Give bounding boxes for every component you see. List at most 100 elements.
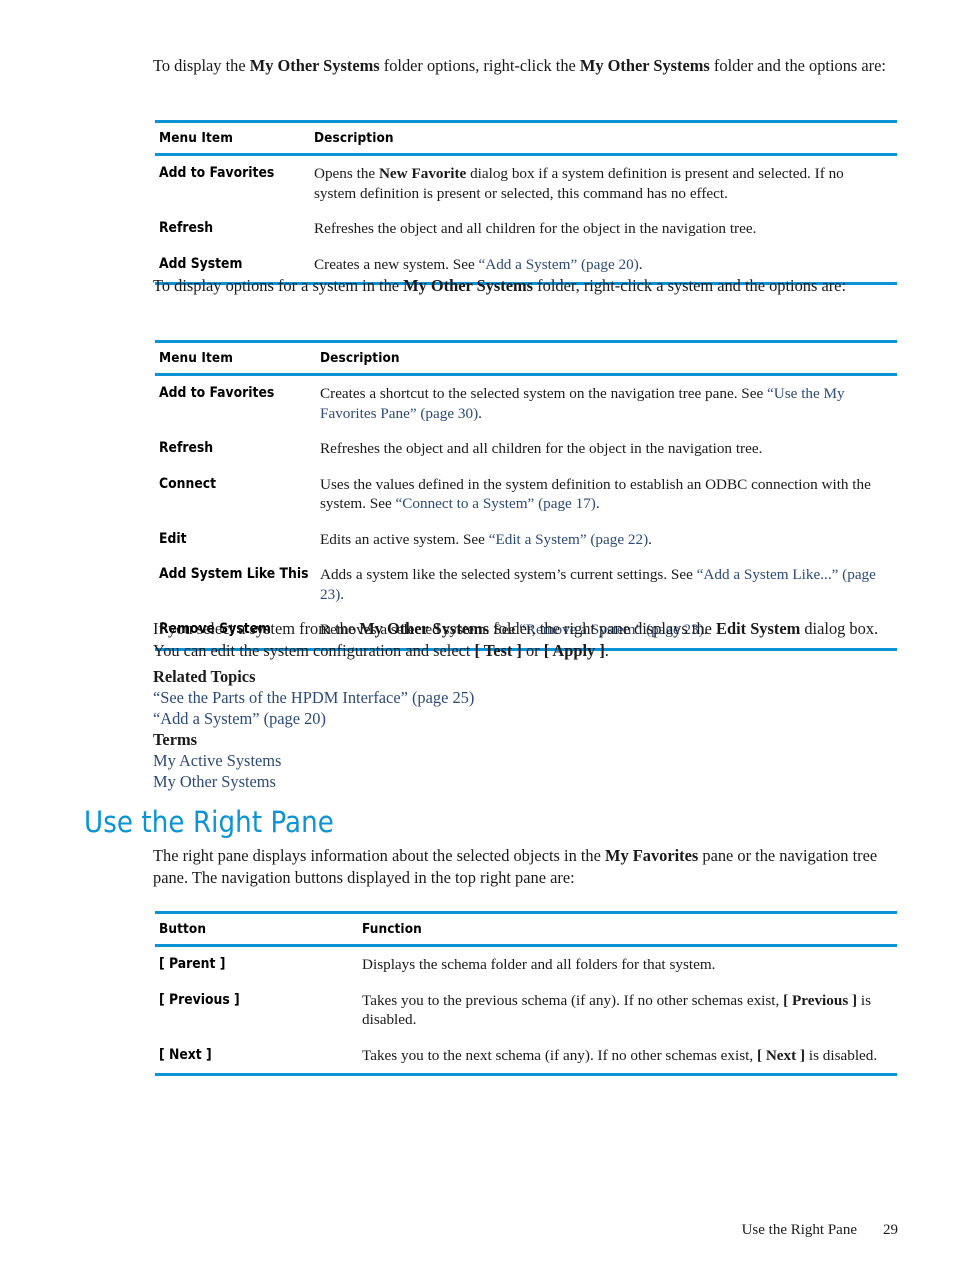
term-link-my-other-systems[interactable]: My Other Systems — [153, 771, 276, 792]
term-link-my-active-systems[interactable]: My Active Systems — [153, 750, 281, 771]
intro3-bold-edit-system: Edit System — [716, 619, 801, 638]
section-intro-part1: The right pane displays information abou… — [153, 846, 605, 865]
table1-row0-desc-bold: New Favorite — [378, 165, 467, 182]
terms-heading: Terms — [153, 730, 198, 749]
intro1-bold-my-other-systems-1: My Other Systems — [249, 56, 380, 75]
table-row: Connect Uses the values defined in the s… — [155, 467, 897, 522]
xref-add-a-system-t1[interactable]: “Add a System” (page 20) — [478, 256, 638, 273]
table2-header-description: Description — [320, 350, 400, 366]
table1-row2-desc-part2: . — [638, 255, 643, 273]
table1-row0-item: Add to Favorites — [159, 165, 275, 181]
menu-item-table-system: Menu Item Description Add to Favorites C… — [155, 340, 897, 651]
page-footer: Use the Right Pane 29 — [0, 1222, 898, 1239]
table2-row1-desc: Refreshes the object and all children fo… — [316, 431, 897, 467]
table1-header-description: Description — [314, 130, 394, 146]
intro3-text-part2: folder, the right pane displays the — [489, 619, 717, 638]
table2-row0-desc: Creates a shortcut to the selected syste… — [316, 376, 897, 431]
table2-row0-desc-part2: . — [478, 404, 482, 422]
table-row: Refresh Refreshes the object and all chi… — [155, 211, 897, 247]
table2-row4-desc: Adds a system like the selected system’s… — [316, 557, 897, 612]
table3-row1-button: [ Previous ] — [159, 991, 240, 1008]
table-row: [ Previous ] Takes you to the previous s… — [155, 983, 897, 1038]
table1-row0-desc: Opens the New Favorite dialog box if a s… — [310, 156, 897, 211]
table2-row2-desc-part2: . — [595, 495, 600, 512]
intro3-text-part5: . — [604, 640, 609, 660]
intro2-text-part2: folder, right-click a system and the opt… — [533, 276, 847, 295]
table1-header-row: Menu Item Description — [155, 123, 897, 153]
table3-row2-function-part1: Takes you to the next schema (if any). I… — [362, 1046, 757, 1064]
intro2-text-part1: To display options for a system in the — [153, 276, 404, 295]
table2-row4-item: Add System Like This — [159, 566, 309, 582]
table2-body: Add to Favorites Creates a shortcut to t… — [155, 376, 897, 648]
table3-row1-function: Takes you to the previous schema (if any… — [358, 983, 897, 1038]
intro3-text-part1: If you select a system from the — [153, 619, 360, 638]
table-row: Edit Edits an active system. See “Edit a… — [155, 522, 897, 558]
table3-row2-button: [ Next ] — [159, 1046, 212, 1063]
intro1-bold-my-other-systems-2: My Other Systems — [579, 56, 710, 75]
table-row: Refresh Refreshes the object and all chi… — [155, 431, 897, 467]
table3-row0-function: Displays the schema folder and all folde… — [358, 947, 897, 983]
footer-page-number: 29 — [883, 1222, 898, 1238]
table2-row3-desc-part1: Edits an active system. See — [320, 530, 489, 548]
section-intro-bold-my-favorites: My Favorites — [604, 846, 699, 865]
navigation-buttons-table: Button Function [ Parent ] Displays the … — [155, 911, 897, 1076]
table1-body: Add to Favorites Opens the New Favorite … — [155, 156, 897, 282]
intro-paragraph-3: If you select a system from the My Other… — [153, 618, 898, 661]
xref-connect-to-a-system[interactable]: “Connect to a System” (page 17) — [396, 495, 596, 512]
related-topics-heading: Related Topics — [153, 667, 256, 686]
table-row: Add to Favorites Creates a shortcut to t… — [155, 376, 897, 431]
table3-row2-function-part2: is disabled. — [805, 1046, 878, 1064]
table1-row1-desc-part1: Refreshes the object and all children fo… — [314, 220, 757, 237]
intro2-bold-my-other-systems: My Other Systems — [403, 276, 534, 295]
menu-item-table-folder: Menu Item Description Add to Favorites O… — [155, 120, 897, 285]
table3-row2-function-bold: [ Next ] — [756, 1046, 806, 1064]
table3-head: Button Function — [155, 914, 897, 944]
table-row: [ Next ] Takes you to the next schema (i… — [155, 1038, 897, 1074]
intro1-text-part3: folder and the options are: — [709, 56, 886, 75]
table-row: [ Parent ] Displays the schema folder an… — [155, 947, 897, 983]
intro3-bold-test-button: [ Test ] — [474, 640, 522, 660]
table1-row0-desc-part1: Opens the — [314, 165, 379, 182]
intro1-text-part2: folder options, right-click the — [379, 56, 580, 75]
table2-row2-desc: Uses the values defined in the system de… — [316, 467, 897, 522]
intro3-bold-apply-button: [ Apply ] — [543, 640, 605, 660]
table3-row0-button: [ Parent ] — [159, 956, 226, 972]
footer-section-title: Use the Right Pane — [741, 1222, 857, 1238]
table2-row0-desc-part1: Creates a shortcut to the selected syste… — [320, 385, 768, 402]
table3-row2-function: Takes you to the next schema (if any). I… — [358, 1038, 897, 1074]
intro-paragraph-1: To display the My Other Systems folder o… — [153, 55, 898, 77]
table3-header-button: Button — [159, 921, 207, 937]
table1-head: Menu Item Description — [155, 123, 897, 153]
table2-row3-desc: Edits an active system. See “Edit a Syst… — [316, 522, 897, 558]
table3-row1-function-bold: [ Previous ] — [783, 991, 858, 1009]
table-row: Add System Like This Adds a system like … — [155, 557, 897, 612]
table2-header-menu-item: Menu Item — [159, 350, 233, 366]
table2-header-row: Menu Item Description — [155, 343, 897, 373]
table3-row1-function-part1: Takes you to the previous schema (if any… — [362, 991, 784, 1009]
table1-header-menu-item: Menu Item — [159, 130, 233, 146]
table2-row0-item: Add to Favorites — [159, 385, 275, 401]
table3-row0-function-part1: Displays the schema folder and all folde… — [362, 956, 716, 973]
document-page: To display the My Other Systems folder o… — [0, 0, 954, 1271]
table2-row4-desc-part1: Adds a system like the selected system’s… — [320, 566, 697, 583]
table2-row1-item: Refresh — [159, 440, 214, 456]
page-title: Use the Right Pane — [84, 805, 334, 839]
table2-row3-desc-part2: . — [648, 530, 652, 548]
intro1-text-part1: To display the — [153, 56, 250, 75]
table2-row3-item: Edit — [159, 530, 187, 547]
table3-body: [ Parent ] Displays the schema folder an… — [155, 947, 897, 1073]
table1-row1-desc: Refreshes the object and all children fo… — [310, 211, 897, 247]
table2-head: Menu Item Description — [155, 343, 897, 373]
table2-row4-desc-part2: . — [340, 585, 345, 603]
related-link-see-the-parts-of-the-hpdm-interface[interactable]: “See the Parts of the HPDM Interface” (p… — [153, 687, 474, 708]
table-row: Add to Favorites Opens the New Favorite … — [155, 156, 897, 211]
section-intro-paragraph: The right pane displays information abou… — [153, 845, 898, 888]
intro3-text-part4: or — [521, 640, 544, 660]
intro3-bold-my-other-systems: My Other Systems — [359, 619, 490, 638]
xref-edit-a-system[interactable]: “Edit a System” (page 22) — [489, 531, 648, 548]
table3-header-row: Button Function — [155, 914, 897, 944]
table2-row2-item: Connect — [159, 475, 217, 492]
related-link-add-a-system[interactable]: “Add a System” (page 20) — [153, 708, 326, 729]
table3-header-function: Function — [362, 921, 422, 937]
table2-row1-desc-part1: Refreshes the object and all children fo… — [320, 440, 763, 457]
